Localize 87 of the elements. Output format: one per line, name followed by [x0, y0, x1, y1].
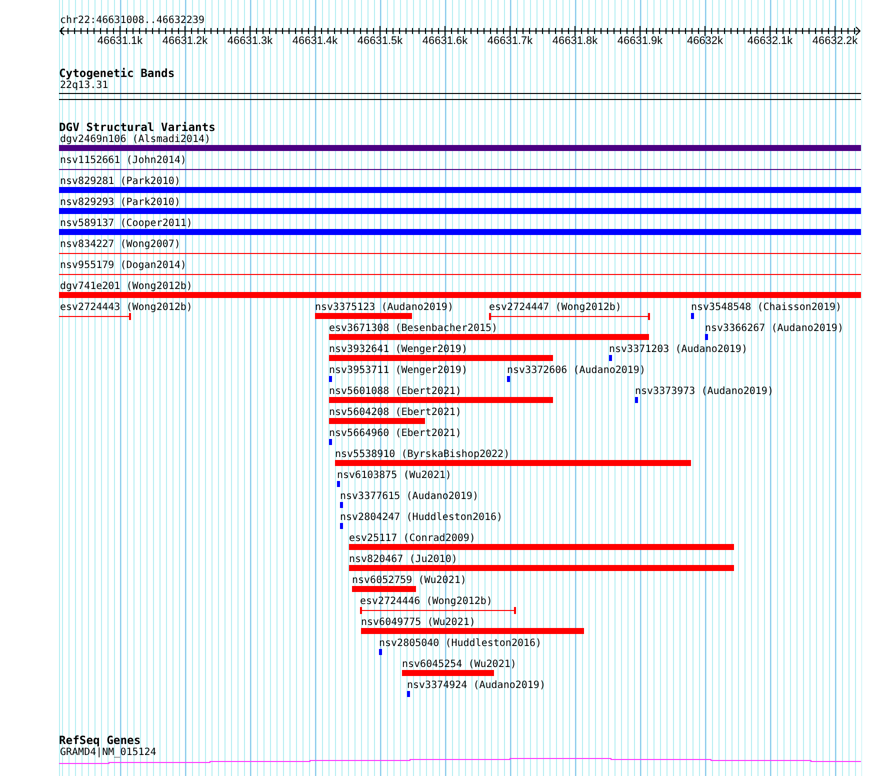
tick-label: 46632.1k [747, 35, 793, 47]
variant-bar[interactable] [59, 208, 861, 214]
gene-line[interactable] [58, 758, 862, 764]
variant-bar[interactable] [691, 313, 694, 319]
variant-label[interactable]: nsv3371203 (Audano2019) [609, 344, 748, 355]
variant-label[interactable]: esv2724443 (Wong2012b) [60, 302, 192, 313]
variant-bar[interactable] [340, 523, 343, 529]
variant-bar[interactable] [59, 145, 861, 151]
variant-bar[interactable] [329, 397, 553, 403]
tick-label: 46631.4k [292, 35, 338, 47]
tick-label: 46631.3k [227, 35, 273, 47]
tick-label: 46632.2k [812, 35, 858, 47]
variant-label[interactable]: nsv5538910 (ByrskaBishop2022) [335, 449, 510, 460]
track-title: DGV Structural Variants [59, 122, 216, 134]
gene-label[interactable]: GRAMD4|NM_015124 [60, 747, 156, 758]
variant-bar[interactable] [59, 187, 861, 193]
variant-bar[interactable] [329, 418, 425, 424]
variant-label[interactable]: nsv3953711 (Wenger2019) [329, 365, 468, 376]
tick-label: 46631.2k [162, 35, 208, 47]
variant-label[interactable]: nsv3548548 (Chaisson2019) [691, 302, 842, 313]
location-label: chr22:46631008..46632239 [60, 15, 204, 27]
tick-label: 46631.5k [357, 35, 403, 47]
variant-span[interactable] [360, 607, 516, 614]
variant-bar[interactable] [59, 292, 861, 298]
variant-bar[interactable] [352, 586, 416, 592]
variant-label[interactable]: nsv834227 (Wong2007) [60, 239, 180, 250]
variant-bar[interactable] [329, 334, 649, 340]
variant-label[interactable]: nsv3375123 (Audano2019) [315, 302, 454, 313]
variant-label[interactable]: esv2724447 (Wong2012b) [489, 302, 622, 313]
variant-bar[interactable] [315, 313, 412, 319]
variant-span[interactable] [59, 313, 131, 320]
variant-label[interactable]: nsv2805040 (Huddleston2016) [379, 638, 542, 649]
variant-label[interactable]: nsv6045254 (Wu2021) [402, 659, 516, 670]
variant-label[interactable]: nsv3373973 (Audano2019) [635, 386, 774, 397]
variant-label[interactable]: nsv6052759 (Wu2021) [352, 575, 466, 586]
variant-label[interactable]: nsv5664960 (Ebert2021) [329, 428, 462, 439]
tick-label: 46631.8k [552, 35, 598, 47]
variant-bar[interactable] [635, 397, 638, 403]
tick-label: 46631.9k [617, 35, 663, 47]
tick-label: 46631.7k [487, 35, 533, 47]
variant-label[interactable]: nsv589137 (Cooper2011) [60, 218, 192, 229]
variant-bar[interactable] [329, 376, 332, 382]
tick-label: 46631.1k [97, 35, 143, 47]
variant-label[interactable]: nsv955179 (Dogan2014) [60, 260, 186, 271]
variant-label[interactable]: nsv820467 (Ju2010) [349, 554, 458, 565]
track-title: Cytogenetic Bands [59, 68, 175, 80]
variant-line[interactable] [59, 169, 861, 170]
variant-label[interactable]: nsv5604208 (Ebert2021) [329, 407, 462, 418]
variant-bar[interactable] [609, 355, 612, 361]
variant-line[interactable] [59, 253, 861, 254]
tick-label: 46631.6k [422, 35, 468, 47]
variant-bar[interactable] [507, 376, 510, 382]
variant-bar[interactable] [329, 355, 553, 361]
track-title: RefSeq Genes [59, 735, 141, 747]
variant-label[interactable]: nsv5601088 (Ebert2021) [329, 386, 462, 397]
variant-label[interactable]: nsv3374924 (Audano2019) [407, 680, 546, 691]
variant-bar[interactable] [349, 565, 734, 571]
variant-line[interactable] [59, 274, 861, 275]
variant-label[interactable]: nsv3932641 (Wenger2019) [329, 344, 468, 355]
variant-bar[interactable] [349, 544, 734, 550]
variant-label[interactable]: esv2724446 (Wong2012b) [360, 596, 492, 607]
variant-label[interactable]: nsv3377615 (Audano2019) [340, 491, 478, 502]
variant-label[interactable]: esv25117 (Conrad2009) [349, 533, 476, 544]
variant-bar[interactable] [337, 481, 340, 487]
variant-span[interactable] [489, 313, 650, 320]
variant-label[interactable]: nsv829281 (Park2010) [60, 176, 180, 187]
variant-label[interactable]: nsv1152661 (John2014) [60, 155, 186, 166]
variant-label[interactable]: nsv3372606 (Audano2019) [507, 365, 646, 376]
variant-bar[interactable] [340, 502, 343, 508]
variant-bar[interactable] [329, 439, 332, 445]
variant-bar[interactable] [361, 628, 584, 634]
variant-label[interactable]: dgv2469n106 (Alsmadi2014) [60, 134, 211, 145]
variant-label[interactable]: dgv741e201 (Wong2012b) [60, 281, 192, 292]
variant-label[interactable]: nsv2804247 (Huddleston2016) [340, 512, 503, 523]
band-label: 22q13.31 [60, 80, 108, 91]
variant-bar[interactable] [59, 229, 861, 235]
variant-label[interactable]: nsv829293 (Park2010) [60, 197, 180, 208]
tick-label: 46632k [686, 35, 724, 47]
variant-bar[interactable] [705, 334, 708, 340]
variant-bar[interactable] [407, 691, 410, 697]
variant-label[interactable]: esv3671308 (Besenbacher2015) [329, 323, 498, 334]
variant-bar[interactable] [402, 670, 494, 676]
variant-bar[interactable] [379, 649, 382, 655]
variant-label[interactable]: nsv3366267 (Audano2019) [705, 323, 844, 334]
variant-bar[interactable] [335, 460, 691, 466]
variant-label[interactable]: nsv6103875 (Wu2021) [337, 470, 452, 481]
variant-label[interactable]: nsv6049775 (Wu2021) [361, 617, 476, 628]
